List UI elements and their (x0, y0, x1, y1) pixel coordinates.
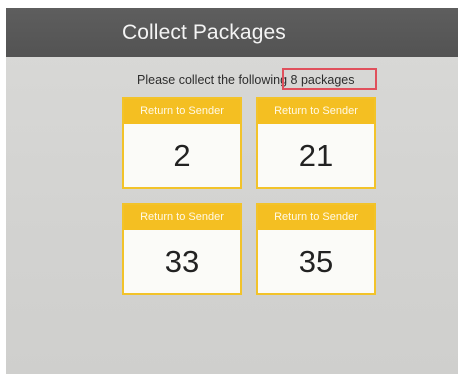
page-title: Collect Packages (122, 21, 286, 44)
app-screen: Collect Packages Please collect the foll… (6, 8, 458, 374)
package-card[interactable]: Return to Sender 2 (122, 97, 242, 189)
package-card[interactable]: Return to Sender 21 (256, 97, 376, 189)
package-card-label: Return to Sender (124, 205, 240, 230)
package-number: 21 (298, 138, 334, 173)
package-card-label: Return to Sender (258, 205, 374, 230)
package-card[interactable]: Return to Sender 35 (256, 203, 376, 295)
package-card[interactable]: Return to Sender 33 (122, 203, 242, 295)
package-card-label: Return to Sender (124, 99, 240, 124)
package-number: 33 (164, 244, 200, 279)
highlight-annotation-box (282, 68, 377, 90)
photo-frame: Collect Packages Please collect the foll… (0, 0, 463, 379)
package-number: 35 (298, 244, 334, 279)
title-bar: Collect Packages (6, 8, 458, 57)
package-card-label: Return to Sender (258, 99, 374, 124)
package-number: 2 (173, 138, 191, 173)
